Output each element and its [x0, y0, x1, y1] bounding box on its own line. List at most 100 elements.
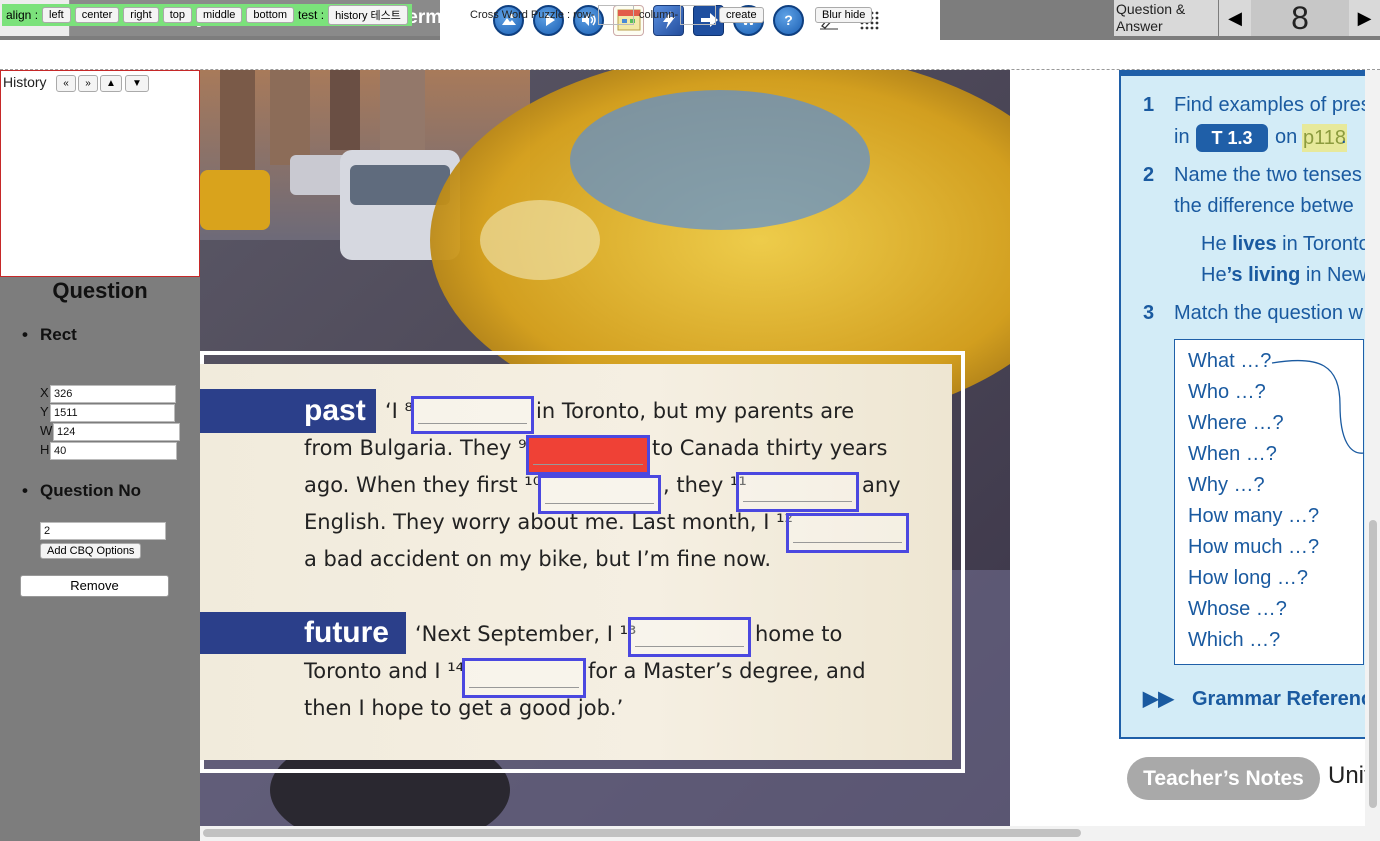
past-text-2b: to Canada thirty years [652, 436, 888, 460]
align-right-button[interactable]: right [123, 7, 159, 23]
prev-page-button[interactable]: ◀ [1219, 0, 1251, 36]
future-text-2a: Toronto and I ¹⁴ [304, 659, 465, 683]
question-word: How many …? [1188, 505, 1320, 527]
past-text-3c: any [862, 473, 901, 497]
blur-hide-button[interactable]: Blur hide [815, 7, 873, 23]
question-word: Whose …? [1188, 598, 1287, 620]
exercise-2-number: 2 [1143, 164, 1155, 186]
question-word: How long …? [1188, 567, 1309, 589]
matching-line [1271, 359, 1365, 454]
page-number: 8 [1251, 0, 1349, 36]
question-no-bullet: • [22, 481, 28, 500]
example-1-post: in Toronto [1276, 233, 1370, 255]
grammar-arrow-icon: ▶▶ [1143, 688, 1174, 710]
gap-11[interactable] [736, 472, 859, 512]
history-first-button[interactable]: « [56, 75, 76, 92]
field-w-input[interactable]: 124 [53, 423, 180, 441]
history-up-button[interactable]: ▲ [100, 75, 122, 92]
align-label: align : [6, 8, 39, 22]
example-2-verb: ’s living [1226, 264, 1301, 286]
past-text-1b: in Toronto, but my parents are [536, 399, 855, 423]
past-text-1a: ‘I ⁸ [385, 399, 413, 423]
editor-toolbar [0, 40, 1380, 70]
exercise-1-on: on [1275, 126, 1298, 148]
past-text-5: a bad accident on my bike, but I’m fine … [304, 547, 772, 571]
rect-label: Rect [40, 325, 77, 344]
question-word: How much …? [1188, 536, 1320, 558]
gap-12[interactable] [786, 513, 909, 553]
past-text-3b: , they ¹¹ [663, 473, 747, 497]
question-heading: Question [52, 278, 148, 303]
crossword-row-label: Cross Word Puzzle : row- [470, 9, 595, 21]
field-h-input[interactable]: 40 [50, 442, 177, 460]
history-down-button[interactable]: ▼ [125, 75, 149, 92]
field-w-label: W [40, 423, 53, 438]
exercise-1-number: 1 [1143, 94, 1155, 116]
future-text-2b: for a Master’s degree, and [588, 659, 866, 683]
field-h-label: H [40, 442, 50, 457]
gap-13[interactable] [628, 617, 751, 657]
past-text-2a: from Bulgaria. They ⁹ [304, 436, 527, 460]
question-answer-label: Question & Answer [1114, 0, 1218, 36]
grammar-reference[interactable]: Grammar Referenc [1192, 688, 1372, 711]
add-cbq-options-button[interactable]: Add CBQ Options [40, 543, 142, 559]
future-text-1b: home to [755, 622, 843, 646]
example-1-pre: He [1201, 233, 1233, 255]
exercise-3-number: 3 [1143, 302, 1155, 324]
remove-button[interactable]: Remove [20, 575, 169, 597]
example-1-verb: lives [1232, 233, 1277, 255]
rect-bullet: • [22, 325, 28, 344]
vertical-scroll-thumb[interactable] [1369, 520, 1377, 808]
crossword-column-label: column- [639, 9, 679, 21]
align-middle-button[interactable]: middle [196, 7, 243, 23]
exercise-1-in: in [1174, 126, 1190, 148]
future-band: future [200, 612, 406, 654]
past-band: past [200, 389, 376, 433]
test-label: test : [298, 8, 325, 22]
track-badge[interactable]: T 1.3 [1196, 124, 1268, 152]
help-icon[interactable]: ? [773, 4, 804, 36]
align-bottom-button[interactable]: bottom [246, 7, 295, 23]
history-last-button[interactable]: » [78, 75, 98, 92]
align-center-button[interactable]: center [74, 7, 120, 23]
question-word: Which …? [1188, 629, 1281, 651]
teachers-notes-button[interactable]: Teacher’s Notes [1127, 757, 1320, 800]
gap-10[interactable] [538, 475, 661, 514]
exercise-2-text: Name the two tenses [1174, 164, 1362, 186]
align-left-button[interactable]: left [42, 7, 71, 23]
gap-14[interactable] [462, 658, 586, 698]
crossword-row-input[interactable] [598, 5, 634, 25]
field-x-label: X [40, 385, 49, 400]
question-no-input[interactable]: 2 [40, 522, 166, 540]
history-box [0, 70, 200, 277]
crossword-column-input[interactable] [680, 5, 716, 25]
example-2: He’s living in New [1201, 264, 1367, 287]
past-text-3a: ago. When they first ¹⁰ [304, 473, 542, 497]
align-group: align : left center right top middle bot… [2, 4, 412, 26]
crossword-create-button[interactable]: create [719, 7, 764, 23]
align-top-button[interactable]: top [162, 7, 192, 23]
future-text-3: then I hope to get a good job.’ [304, 696, 624, 720]
next-page-button[interactable]: ▶ [1349, 0, 1380, 36]
question-word: Why …? [1188, 474, 1265, 496]
exercise-1-text: Find examples of pres [1174, 94, 1371, 116]
question-word: What …? [1188, 350, 1272, 372]
exercise-3-text: Match the question w [1174, 302, 1363, 324]
history-test-button[interactable]: history 테스트 [328, 5, 408, 25]
exercise-2-line2: the difference betwe [1174, 195, 1354, 217]
example-2-post: in New [1300, 264, 1368, 286]
history-label: History [3, 74, 47, 90]
gap-9-selected[interactable] [526, 435, 650, 475]
horizontal-scroll-thumb[interactable] [203, 829, 1081, 837]
future-text-1a: ‘Next September, I ¹³ [415, 622, 637, 646]
exercise-1-period: . [1341, 126, 1347, 148]
question-word: When …? [1188, 443, 1277, 465]
gap-8[interactable] [411, 396, 534, 434]
field-y-label: Y [40, 404, 49, 419]
example-2-pre: He [1201, 264, 1227, 286]
field-y-input[interactable]: 1511 [50, 404, 175, 422]
question-word: Who …? [1188, 381, 1266, 403]
example-1: He lives in Toronto [1201, 233, 1370, 256]
help-glyph: ? [784, 12, 793, 28]
field-x-input[interactable]: 326 [50, 385, 176, 403]
